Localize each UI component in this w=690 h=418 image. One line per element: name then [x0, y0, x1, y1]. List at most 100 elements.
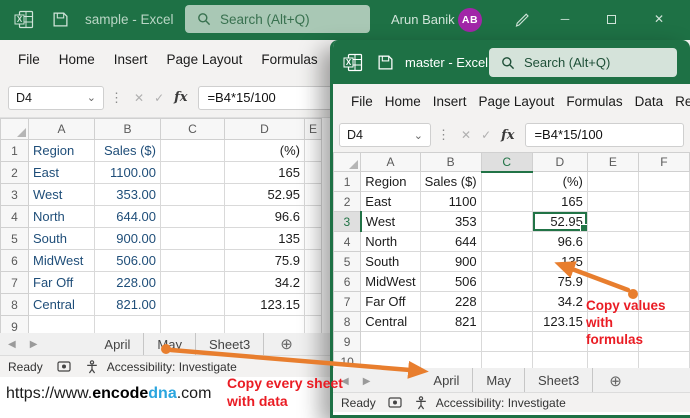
- cell[interactable]: [303, 205, 323, 228]
- cell[interactable]: Sales ($): [419, 171, 482, 192]
- row-header[interactable]: 8: [333, 311, 362, 332]
- column-header[interactable]: F: [637, 152, 690, 172]
- avatar[interactable]: AB: [458, 8, 482, 32]
- ribbon-tab[interactable]: Insert: [114, 52, 148, 67]
- cell[interactable]: North: [28, 205, 95, 228]
- cell[interactable]: [637, 211, 690, 232]
- cell[interactable]: 165: [531, 191, 588, 212]
- maximize-button[interactable]: [602, 13, 620, 27]
- cell[interactable]: East: [360, 191, 421, 212]
- enter-icon[interactable]: ✓: [154, 91, 164, 105]
- sheet-tab[interactable]: May: [144, 333, 196, 355]
- cancel-icon[interactable]: ✕: [461, 128, 471, 142]
- column-header[interactable]: A: [28, 118, 95, 140]
- ribbon-tab[interactable]: Home: [59, 52, 95, 67]
- cell[interactable]: [303, 161, 323, 184]
- cell[interactable]: 52.95: [224, 183, 305, 206]
- cell[interactable]: [480, 311, 533, 332]
- cell[interactable]: 123.15: [224, 293, 305, 316]
- cell[interactable]: [586, 211, 639, 232]
- cell[interactable]: [480, 211, 533, 232]
- row-header[interactable]: 5: [0, 227, 29, 250]
- ribbon-tab[interactable]: Page Layout: [479, 94, 555, 109]
- cell[interactable]: North: [360, 231, 421, 252]
- column-header[interactable]: C: [480, 152, 533, 173]
- select-all-button[interactable]: [333, 152, 362, 172]
- cell[interactable]: [586, 171, 639, 192]
- cell[interactable]: [303, 249, 323, 272]
- cell[interactable]: 52.95: [531, 211, 588, 232]
- close-button[interactable]: ✕: [650, 12, 668, 26]
- cell[interactable]: [480, 271, 533, 292]
- ribbon-tab[interactable]: Review: [675, 94, 690, 109]
- row-header[interactable]: 3: [333, 211, 362, 232]
- cell[interactable]: [160, 183, 225, 206]
- cell[interactable]: [480, 191, 533, 212]
- cell[interactable]: [480, 351, 533, 368]
- cell[interactable]: 96.6: [531, 231, 588, 252]
- cell[interactable]: 96.6: [224, 205, 305, 228]
- cell[interactable]: [586, 191, 639, 212]
- insert-function-icon[interactable]: fx: [174, 90, 187, 105]
- cell[interactable]: 228.00: [94, 271, 161, 294]
- cell[interactable]: (%): [531, 171, 588, 192]
- sheet-tab[interactable]: Sheet3: [196, 333, 265, 355]
- cell[interactable]: [160, 293, 225, 316]
- save-icon[interactable]: [377, 54, 394, 71]
- cell[interactable]: [160, 227, 225, 250]
- cell[interactable]: [586, 271, 639, 292]
- cell[interactable]: [303, 271, 323, 294]
- cell[interactable]: 34.2: [224, 271, 305, 294]
- row-header[interactable]: 8: [0, 293, 29, 316]
- column-header[interactable]: D: [531, 152, 588, 172]
- titlebar-sample[interactable]: X sample - Excel Search (Alt+Q) Arun Ban…: [0, 0, 690, 40]
- cell[interactable]: 1100: [419, 191, 482, 212]
- cell[interactable]: [586, 351, 639, 368]
- titlebar-master[interactable]: X master - Excel Search (Alt+Q): [333, 40, 690, 84]
- row-header[interactable]: 7: [333, 291, 362, 312]
- column-header[interactable]: C: [160, 118, 225, 140]
- row-header[interactable]: 2: [333, 191, 362, 212]
- cell[interactable]: [28, 315, 95, 333]
- ribbon-tab[interactable]: Home: [385, 94, 421, 109]
- cell[interactable]: [480, 171, 533, 192]
- formula-input[interactable]: =B4*15/100: [525, 123, 684, 147]
- sheet-tab[interactable]: April: [91, 333, 145, 355]
- cell[interactable]: 123.15: [531, 311, 588, 332]
- cell[interactable]: [637, 191, 690, 212]
- column-header[interactable]: E: [303, 118, 323, 140]
- row-header[interactable]: 7: [0, 271, 29, 294]
- row-header[interactable]: 9: [0, 315, 29, 333]
- cell[interactable]: 644.00: [94, 205, 161, 228]
- row-header[interactable]: 1: [333, 171, 362, 192]
- cell[interactable]: Region: [28, 139, 95, 162]
- cell[interactable]: 75.9: [531, 271, 588, 292]
- cell[interactable]: [303, 227, 323, 250]
- ribbon-tab[interactable]: Data: [635, 94, 664, 109]
- accessibility-status[interactable]: Accessibility: Investigate: [107, 360, 237, 374]
- row-header[interactable]: 2: [0, 161, 29, 184]
- cell[interactable]: 34.2: [531, 291, 588, 312]
- macro-record-icon[interactable]: [57, 360, 71, 373]
- cell[interactable]: South: [360, 251, 421, 272]
- cell[interactable]: 353: [419, 211, 482, 232]
- cell[interactable]: [224, 315, 305, 333]
- cell[interactable]: [637, 271, 690, 292]
- row-header[interactable]: 1: [0, 139, 29, 162]
- column-header[interactable]: E: [586, 152, 639, 172]
- cell[interactable]: Sales ($): [94, 139, 161, 162]
- row-header[interactable]: 4: [333, 231, 362, 252]
- ribbon-tab[interactable]: File: [18, 52, 40, 67]
- ribbon-tab[interactable]: Insert: [433, 94, 467, 109]
- new-sheet-button[interactable]: ⊕: [280, 335, 293, 353]
- cell[interactable]: [480, 291, 533, 312]
- cell[interactable]: Far Off: [28, 271, 95, 294]
- cell[interactable]: [303, 139, 323, 162]
- cell[interactable]: Central: [360, 311, 421, 332]
- row-header[interactable]: 4: [0, 205, 29, 228]
- cell[interactable]: [586, 251, 639, 272]
- row-header[interactable]: 5: [333, 251, 362, 272]
- cell[interactable]: 821: [419, 311, 482, 332]
- cell[interactable]: [531, 331, 588, 352]
- ribbon-tab[interactable]: Formulas: [566, 94, 622, 109]
